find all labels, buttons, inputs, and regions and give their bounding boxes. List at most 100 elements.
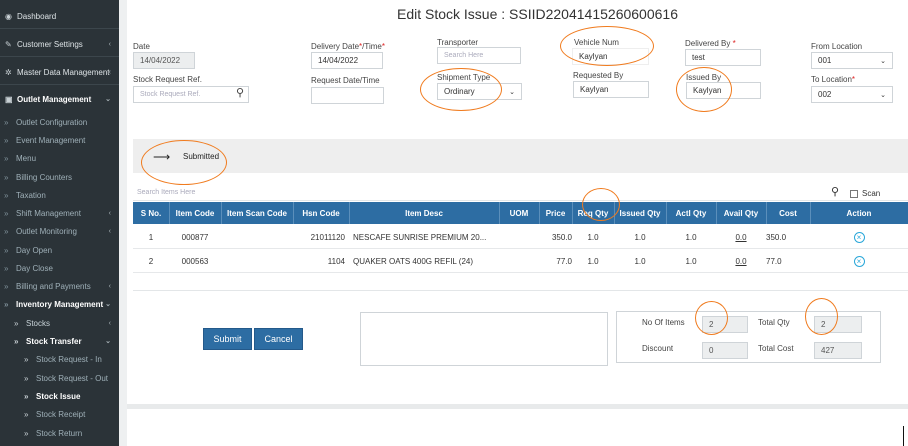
double-chevron-icon: » <box>14 336 19 346</box>
double-chevron-icon: » <box>4 281 9 291</box>
sidebar-item-stock-transfer[interactable]: » Stock Transfer ⌄ <box>0 332 119 350</box>
header-req-qty: Req Qty <box>577 208 609 218</box>
sidebar-item-day-close[interactable]: » Day Close <box>0 259 119 277</box>
remarks-textarea[interactable] <box>360 312 608 366</box>
sidebar-item-stock-issue[interactable]: » Stock Issue <box>0 387 119 405</box>
total-qty-field: 2 <box>814 316 862 333</box>
requested-by-field[interactable]: Kaylyan <box>573 81 649 98</box>
date-label: Date <box>133 42 150 51</box>
double-chevron-icon: » <box>24 391 29 401</box>
cell-issued-qty[interactable]: 1.0 <box>614 225 666 249</box>
total-cost-field: 427 <box>814 342 862 359</box>
scan-label: Scan <box>862 189 881 198</box>
cancel-button[interactable]: Cancel <box>254 328 303 350</box>
transporter-search-input[interactable]: Search Here <box>437 47 521 64</box>
issued-by-label: Issued By <box>686 73 722 82</box>
sidebar-item-dashboard[interactable]: ◉ Dashboard <box>0 7 119 25</box>
delivery-date-field[interactable]: 14/04/2022 <box>311 52 383 69</box>
sidebar-item-shift-management[interactable]: » Shift Management ‹ <box>0 204 119 222</box>
double-chevron-icon: » <box>4 208 9 218</box>
sidebar-item-taxation[interactable]: » Taxation <box>0 186 119 204</box>
cell-avail-qty-link[interactable]: 0.0 <box>716 225 766 249</box>
chevron-left-icon: ‹ <box>108 282 111 290</box>
chevron-left-icon: ‹ <box>108 319 111 327</box>
shipment-type-label: Shipment Type <box>437 73 491 82</box>
sidebar-item-day-open[interactable]: » Day Open <box>0 241 119 259</box>
double-chevron-icon: » <box>4 117 9 127</box>
discount-label: Discount <box>642 344 674 353</box>
cell-req-qty: 1.0 <box>587 256 599 266</box>
double-chevron-icon: » <box>4 153 9 163</box>
to-location-label-text: To Location <box>811 75 852 84</box>
sidebar-item-label: Event Management <box>16 135 86 145</box>
cell-actl-qty[interactable]: 1.0 <box>666 249 716 273</box>
app-window: ◉ Dashboard ✎ Customer Settings ‹ ✲ Mast… <box>0 0 908 446</box>
double-chevron-icon: » <box>4 190 9 200</box>
delivered-by-field[interactable]: test <box>685 49 761 66</box>
cell-avail-qty-link[interactable]: 0.0 <box>716 249 766 273</box>
stock-request-ref-input[interactable]: Stock Request Ref. <box>133 86 249 103</box>
totals-panel: No Of Items 2 Total Qty 2 Discount 0 Tot… <box>616 311 881 363</box>
sidebar-item-stock-request-in[interactable]: » Stock Request - In <box>0 350 119 368</box>
sidebar-item-master-data[interactable]: ✲ Master Data Management ‹ <box>0 63 119 81</box>
search-icon[interactable]: ⚲ <box>236 86 244 99</box>
header-issued-qty: Issued Qty <box>619 208 661 218</box>
issued-by-field[interactable]: Kaylyan <box>686 82 761 99</box>
cell-issued-qty[interactable]: 1.0 <box>614 249 666 273</box>
remove-circle-icon[interactable]: × <box>853 255 865 267</box>
to-location-label: To Location* <box>811 75 855 84</box>
sidebar-item-customer-settings[interactable]: ✎ Customer Settings ‹ <box>0 35 119 53</box>
sidebar-item-billing-payments[interactable]: » Billing and Payments ‹ <box>0 277 119 295</box>
from-location-select[interactable]: 001 ⌄ <box>811 52 893 69</box>
cell-req-qty: 1.0 <box>587 232 599 242</box>
search-icon[interactable]: ⚲ <box>831 185 839 198</box>
cell-action: × <box>810 249 908 273</box>
total-qty-label: Total Qty <box>758 318 790 327</box>
sidebar-item-label: Stock Issue <box>36 391 81 401</box>
sidebar-item-stocks[interactable]: » Stocks ‹ <box>0 314 119 332</box>
header-uom: UOM <box>509 208 529 218</box>
sidebar-item-outlet-monitoring[interactable]: » Outlet Monitoring ‹ <box>0 222 119 240</box>
header-item-scan-code: Item Scan Code <box>226 208 287 218</box>
table-row: 2 000563 1104 QUAKER OATS 400G REFIL (24… <box>133 249 908 273</box>
from-location-value: 001 <box>818 56 832 65</box>
delivery-date-label-suffix: /Time <box>362 42 382 51</box>
sidebar-item-label: Billing Counters <box>16 172 73 182</box>
double-chevron-icon: » <box>4 135 9 145</box>
header-item-desc: Item Desc <box>405 208 443 218</box>
double-chevron-icon: » <box>4 172 9 182</box>
submit-button[interactable]: Submit <box>203 328 252 350</box>
sidebar-item-event-management[interactable]: » Event Management <box>0 131 119 149</box>
header-sno: S No. <box>140 208 162 218</box>
sidebar-divider <box>0 56 119 57</box>
header-actl-qty: Actl Qty <box>675 208 707 218</box>
table-row: 1 000877 21011120 NESCAFE SUNRISE PREMIU… <box>133 225 908 249</box>
cell-uom <box>499 249 539 273</box>
sidebar-item-outlet-management[interactable]: ▣ Outlet Management ⌄ <box>0 90 119 108</box>
sidebar-item-outlet-configuration[interactable]: » Outlet Configuration <box>0 113 119 131</box>
sidebar-item-inventory-management[interactable]: » Inventory Management ⌄ <box>0 295 119 313</box>
sidebar-item-stock-receipt[interactable]: » Stock Receipt <box>0 405 119 423</box>
double-chevron-icon: » <box>4 263 9 273</box>
status-text: Submitted <box>183 152 220 161</box>
sidebar-item-stock-request-out[interactable]: » Stock Request - Out <box>0 369 119 387</box>
vehicle-num-field[interactable]: Kaylyan <box>572 48 649 65</box>
double-chevron-icon: » <box>4 299 9 309</box>
no-of-items-label: No Of Items <box>642 318 685 327</box>
item-search-input[interactable]: Search Items Here <box>137 189 195 196</box>
scan-checkbox[interactable] <box>850 190 858 198</box>
shipment-type-select[interactable]: Ordinary ⌄ <box>437 83 522 100</box>
sidebar-item-billing-counters[interactable]: » Billing Counters <box>0 168 119 186</box>
required-mark: * <box>851 75 856 84</box>
remove-circle-icon[interactable]: × <box>853 231 865 243</box>
header-avail-qty: Avail Qty <box>723 208 759 218</box>
request-date-field[interactable] <box>311 87 384 104</box>
required-mark: * <box>732 39 736 48</box>
sidebar-item-stock-return[interactable]: » Stock Return <box>0 424 119 442</box>
to-location-select[interactable]: 002 ⌄ <box>811 86 893 103</box>
chevron-left-icon: ‹ <box>108 227 111 235</box>
cell-actl-qty[interactable]: 1.0 <box>666 225 716 249</box>
cell-uom <box>499 225 539 249</box>
sidebar-item-menu[interactable]: » Menu <box>0 149 119 167</box>
double-chevron-icon: » <box>24 354 29 364</box>
